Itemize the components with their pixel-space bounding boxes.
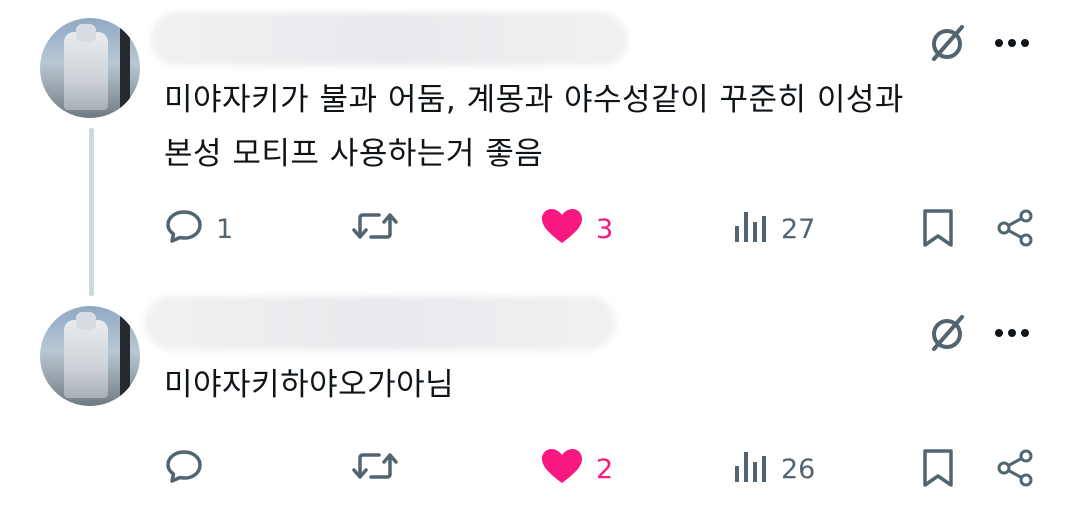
like-button[interactable]: 3 — [540, 206, 613, 253]
avatar-pole — [120, 26, 130, 118]
reply-icon — [164, 206, 204, 253]
reply-icon — [164, 446, 204, 493]
like-count: 3 — [596, 214, 614, 245]
bookmark-icon[interactable] — [918, 446, 958, 490]
avatar-figure — [64, 24, 108, 110]
heart-icon — [540, 206, 584, 253]
reply-button[interactable]: 1 — [164, 206, 233, 253]
views-icon — [733, 206, 769, 253]
avatar-pole — [120, 314, 130, 406]
grok-icon[interactable] — [925, 20, 971, 66]
avatar[interactable] — [40, 306, 140, 406]
heart-icon — [540, 446, 584, 493]
grok-icon[interactable] — [925, 310, 971, 356]
views-icon — [733, 446, 769, 493]
views-count: 26 — [781, 454, 816, 485]
bookmark-icon[interactable] — [918, 206, 958, 250]
views-count: 27 — [781, 214, 816, 245]
repost-icon — [352, 206, 398, 253]
reply-button[interactable] — [164, 446, 216, 493]
more-icon[interactable] — [990, 26, 1034, 60]
more-icon[interactable] — [990, 316, 1034, 350]
repost-icon — [352, 446, 398, 493]
share-icon[interactable] — [994, 206, 1036, 250]
post-2[interactable]: 미야자키하야오가아님 2 26 — [0, 290, 1080, 507]
repost-button[interactable] — [352, 446, 410, 493]
reply-count: 1 — [216, 214, 234, 245]
like-count: 2 — [596, 454, 614, 485]
avatar-figure — [64, 312, 108, 398]
views-button[interactable]: 27 — [733, 206, 815, 253]
views-button[interactable]: 26 — [733, 446, 815, 493]
avatar[interactable] — [40, 18, 140, 118]
redacted-username — [150, 12, 628, 66]
post-1[interactable]: 미야자키가 불과 어둠, 계몽과 야수성같이 꾸준히 이성과 본성 모티프 사용… — [0, 0, 1080, 290]
post-text: 미야자키하야오가아님 — [164, 367, 455, 403]
share-icon[interactable] — [994, 446, 1036, 490]
redacted-username — [144, 296, 616, 350]
like-button[interactable]: 2 — [540, 446, 613, 493]
post-text: 미야자키가 불과 어둠, 계몽과 야수성같이 꾸준히 이성과 본성 모티프 사용… — [164, 82, 904, 172]
repost-button[interactable] — [352, 206, 410, 253]
